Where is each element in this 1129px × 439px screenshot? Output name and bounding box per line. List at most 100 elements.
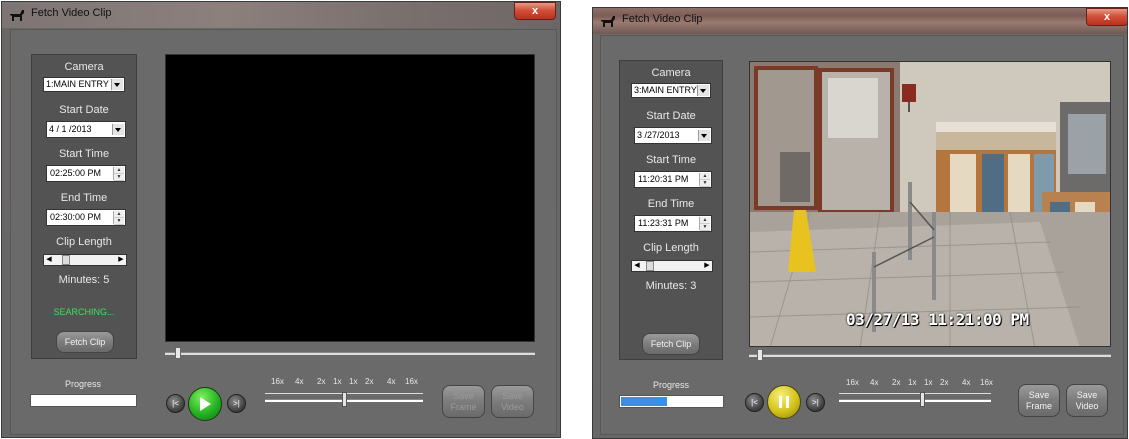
end-time-value: 02:30:00 PM xyxy=(50,212,102,222)
speed-label: 4x xyxy=(870,378,879,387)
camera-select[interactable]: 1:MAIN ENTRY xyxy=(43,77,125,92)
speed-track xyxy=(839,399,991,402)
speed-label: 4x xyxy=(962,378,971,387)
seek-bar[interactable] xyxy=(165,346,535,360)
fetch-clip-button[interactable]: Fetch Clip xyxy=(56,331,114,353)
end-time-label: End Time xyxy=(60,192,108,204)
scroll-left-icon[interactable]: ◀ xyxy=(632,261,642,271)
fetch-video-clip-window-1: Fetch Video Clip x Camera 1:MAIN ENTRY S… xyxy=(1,1,561,438)
progress-label: Progress xyxy=(652,380,689,390)
play-button[interactable] xyxy=(188,387,222,421)
minutes-text: Minutes: 3 xyxy=(645,280,697,292)
speed-knob[interactable] xyxy=(920,392,925,407)
calendar-dropdown-icon[interactable] xyxy=(112,124,124,135)
save-video-button[interactable]: Save Video xyxy=(491,385,534,418)
seek-track xyxy=(749,354,1111,357)
start-date-value: 3 /27/2013 xyxy=(637,130,680,140)
speed-label: 1x xyxy=(908,378,917,387)
spinner-arrows[interactable]: ▲ ▼ xyxy=(113,167,124,181)
camera-frame-image xyxy=(750,62,1110,346)
video-timestamp: 03/27/13 11:21:00 PM xyxy=(846,310,1029,329)
speed-label: 16x xyxy=(980,378,993,387)
save-frame-button[interactable]: Save Frame xyxy=(1018,384,1060,417)
end-time-value: 11:23:31 PM xyxy=(638,218,689,228)
pause-button[interactable] xyxy=(767,385,801,419)
next-frame-button[interactable]: >| xyxy=(806,393,825,412)
slider-top-line xyxy=(839,393,991,394)
status-text: SEARCHING... xyxy=(53,307,115,317)
end-time-field[interactable]: 02:30:00 PM ▲ ▼ xyxy=(46,209,126,226)
start-time-field[interactable]: 11:20:31 PM ▲ ▼ xyxy=(634,171,712,188)
calendar-dropdown-icon[interactable] xyxy=(698,130,710,141)
save-frame-button[interactable]: Save Frame xyxy=(442,385,485,418)
seek-knob[interactable] xyxy=(757,349,763,361)
speed-label: 1x xyxy=(333,377,342,386)
video-display: 03/27/13 11:21:00 PM xyxy=(749,61,1111,347)
speed-slider[interactable] xyxy=(265,392,423,408)
play-icon xyxy=(200,397,211,411)
start-date-picker[interactable]: 3 /27/2013 xyxy=(634,127,712,144)
seek-track xyxy=(165,352,535,355)
start-time-field[interactable]: 02:25:00 PM ▲ ▼ xyxy=(46,165,126,182)
progress-fill xyxy=(621,397,668,406)
speed-label: 1x xyxy=(924,378,933,387)
scroll-left-icon[interactable]: ◀ xyxy=(44,255,54,265)
fetch-clip-button[interactable]: Fetch Clip xyxy=(642,333,700,355)
clip-length-label: Clip Length xyxy=(56,236,112,248)
chevron-down-icon[interactable] xyxy=(111,79,123,90)
seek-bar[interactable] xyxy=(749,348,1111,362)
previous-frame-button[interactable]: |< xyxy=(745,393,764,412)
speed-label: 16x xyxy=(846,378,859,387)
speed-label: 2x xyxy=(940,378,949,387)
client-area: Camera 1:MAIN ENTRY Start Date 4 / 1 /20… xyxy=(10,29,557,435)
scroll-thumb[interactable] xyxy=(62,255,70,265)
title-bar[interactable]: Fetch Video Clip x xyxy=(593,8,1127,34)
next-frame-button[interactable]: >| xyxy=(227,394,246,413)
close-button[interactable]: x xyxy=(1086,8,1127,26)
speed-slider[interactable] xyxy=(839,392,991,408)
previous-frame-button[interactable]: |< xyxy=(166,394,185,413)
speed-label: 4x xyxy=(295,377,304,386)
speed-label: 2x xyxy=(365,377,374,386)
start-date-value: 4 / 1 /2013 xyxy=(49,124,92,134)
save-video-button[interactable]: Save Video xyxy=(1066,384,1108,417)
start-date-label: Start Date xyxy=(59,104,109,116)
scroll-right-icon[interactable]: ▶ xyxy=(116,255,126,265)
pause-icon xyxy=(779,396,789,408)
close-button[interactable]: x xyxy=(514,2,556,20)
client-area: Camera 3:MAIN ENTRY Start Date 3 /27/201… xyxy=(600,35,1124,435)
speed-label: 4x xyxy=(387,377,396,386)
window-title: Fetch Video Clip xyxy=(622,13,703,25)
camera-select[interactable]: 3:MAIN ENTRY xyxy=(631,83,711,98)
scroll-right-icon[interactable]: ▶ xyxy=(702,261,712,271)
minutes-text: Minutes: 5 xyxy=(58,274,110,286)
spinner-arrows[interactable]: ▲ ▼ xyxy=(113,211,124,225)
speed-knob[interactable] xyxy=(342,392,347,407)
start-time-value: 02:25:00 PM xyxy=(50,168,102,178)
end-time-label: End Time xyxy=(647,198,695,210)
title-bar[interactable]: Fetch Video Clip x xyxy=(2,2,560,28)
progress-bar xyxy=(30,394,137,407)
spinner-arrows[interactable]: ▲ ▼ xyxy=(699,173,710,187)
clip-length-scrollbar[interactable]: ◀ ▶ xyxy=(631,260,713,272)
chevron-down-icon[interactable] xyxy=(697,85,709,96)
camera-label: Camera xyxy=(651,67,691,79)
spinner-arrows[interactable]: ▲ ▼ xyxy=(699,217,710,231)
progress-bar xyxy=(619,395,724,408)
speed-label: 16x xyxy=(271,377,284,386)
app-icon xyxy=(601,16,615,27)
camera-label: Camera xyxy=(64,61,104,73)
progress-label: Progress xyxy=(64,379,101,389)
window-title: Fetch Video Clip xyxy=(31,7,112,19)
seek-knob[interactable] xyxy=(175,347,181,359)
settings-panel: Camera 1:MAIN ENTRY Start Date 4 / 1 /20… xyxy=(31,54,137,359)
settings-panel: Camera 3:MAIN ENTRY Start Date 3 /27/201… xyxy=(619,60,723,360)
clip-length-label: Clip Length xyxy=(643,242,699,254)
speed-label: 2x xyxy=(892,378,901,387)
start-date-picker[interactable]: 4 / 1 /2013 xyxy=(46,121,126,138)
clip-length-scrollbar[interactable]: ◀ ▶ xyxy=(43,254,127,266)
camera-value: 3:MAIN ENTRY xyxy=(634,85,697,95)
start-time-value: 11:20:31 PM xyxy=(638,174,689,184)
end-time-field[interactable]: 11:23:31 PM ▲ ▼ xyxy=(634,215,712,232)
scroll-thumb[interactable] xyxy=(646,261,654,271)
